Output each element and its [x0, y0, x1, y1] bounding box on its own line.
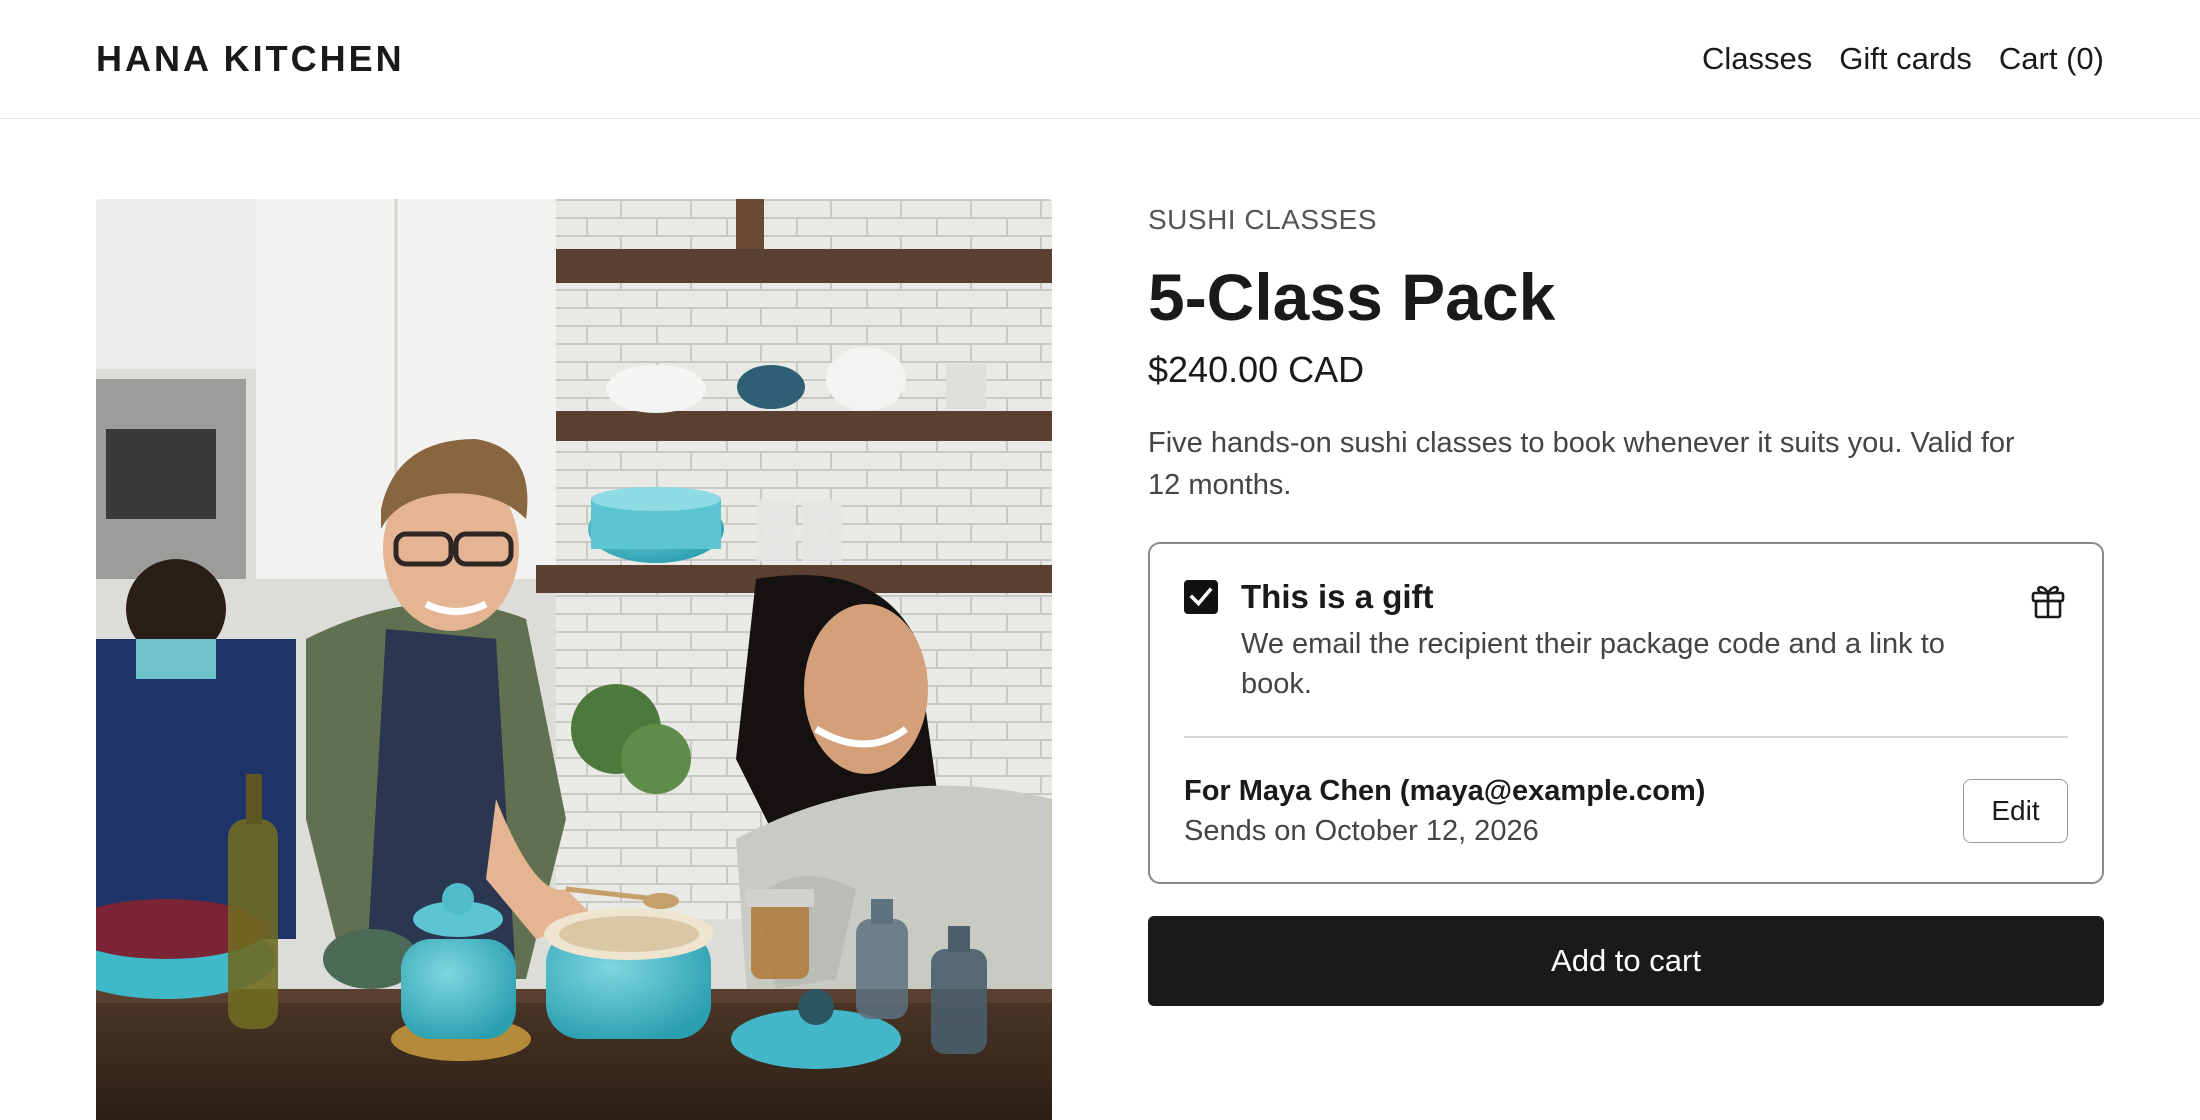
product-title: 5-Class Pack: [1148, 260, 1556, 334]
nav-classes-link[interactable]: Classes: [1702, 38, 1812, 80]
gift-recipient: For Maya Chen (maya@example.com): [1184, 775, 1706, 807]
checkmark-icon: [1189, 587, 1213, 607]
gift-divider: [1184, 736, 2068, 738]
product-info: SUSHI CLASSES 5-Class Pack $240.00 CAD F…: [1148, 199, 2104, 1006]
product-category: SUSHI CLASSES: [1148, 204, 1378, 235]
edit-gift-button[interactable]: Edit: [1963, 779, 2068, 843]
gift-checkbox[interactable]: [1184, 580, 1218, 614]
brand-logo[interactable]: HANA KITCHEN: [96, 38, 405, 80]
add-to-cart-button[interactable]: Add to cart: [1148, 916, 2104, 1006]
gift-option-panel: This is a gift We email the recipient th…: [1148, 542, 2104, 884]
product-image: [96, 199, 1052, 1120]
product-description: Five hands-on sushi classes to book when…: [1148, 427, 2015, 501]
site-header: HANA KITCHEN Classes Gift cards Cart (0): [0, 0, 2200, 119]
product-price: $240.00 CAD: [1148, 349, 1365, 390]
gift-icon: [2028, 580, 2068, 625]
main-nav: Classes Gift cards Cart (0): [1702, 38, 2104, 80]
nav-gift-cards-link[interactable]: Gift cards: [1839, 38, 1972, 80]
nav-cart-link[interactable]: Cart (0): [1999, 38, 2104, 80]
gift-description: We email the recipient their package cod…: [1241, 628, 1945, 700]
gift-send-date: Sends on October 12, 2026: [1184, 815, 1539, 847]
gift-title: This is a gift: [1241, 578, 1434, 615]
